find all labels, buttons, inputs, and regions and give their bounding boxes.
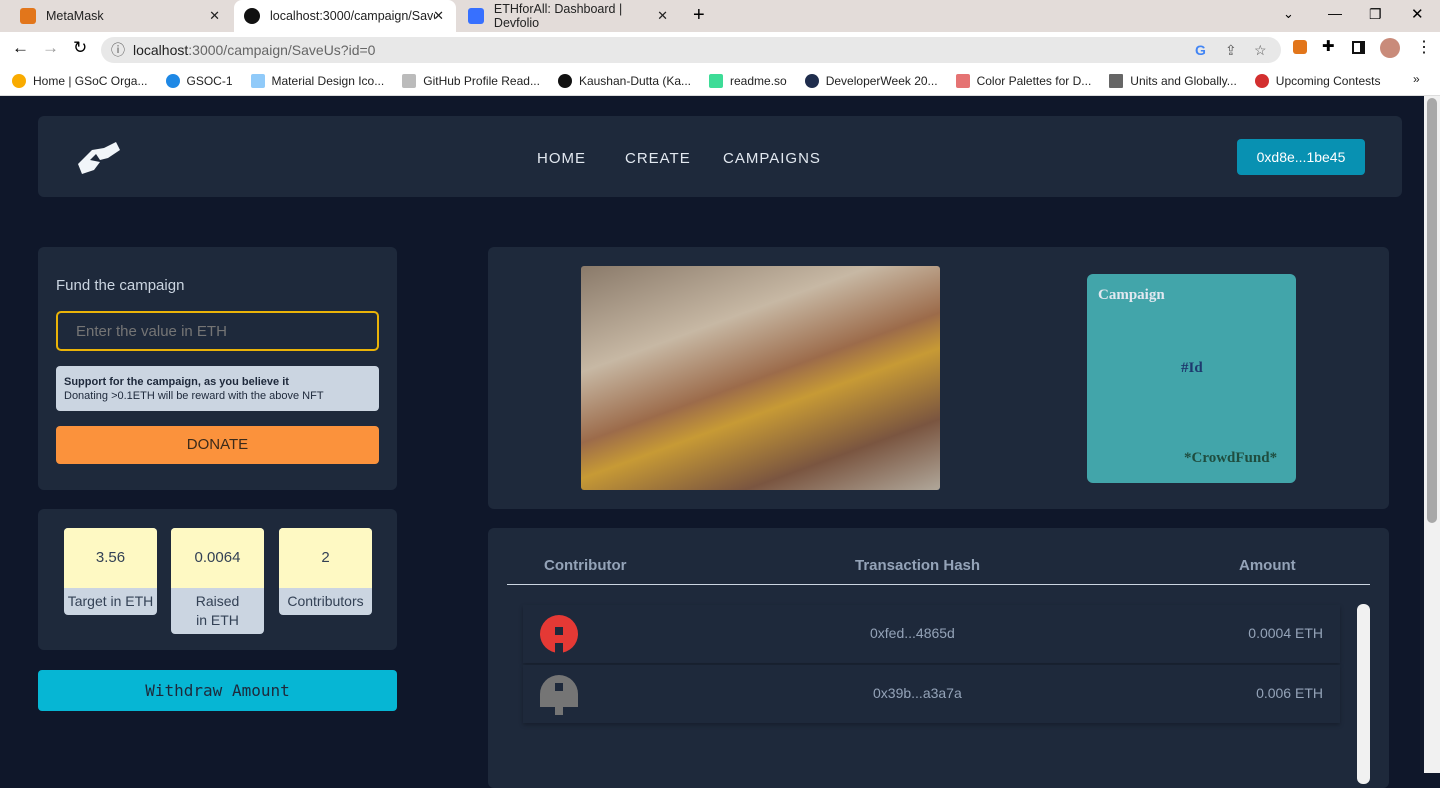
tab-search-chevron-icon[interactable]: ⌄: [1283, 6, 1294, 22]
donate-button[interactable]: DONATE: [56, 426, 379, 464]
bookmark[interactable]: Units and Globally...: [1109, 73, 1237, 88]
nft-card: Campaign #Id *CrowdFund*: [1087, 274, 1296, 483]
close-icon[interactable]: ✕: [657, 8, 668, 24]
page-scrollbar-thumb[interactable]: [1427, 98, 1437, 523]
stat-contributors: 2 Contributors: [279, 528, 372, 615]
stats-card: 3.56 Target in ETH 0.0064 Raised in ETH 2C…: [38, 509, 397, 650]
extensions-puzzle-icon[interactable]: ✚: [1322, 37, 1335, 55]
bookmark[interactable]: Upcoming Contests: [1254, 73, 1381, 88]
tab-title: localhost:3000/campaign/SaveUs: [270, 9, 435, 23]
note-text: Donating >0.1ETH will be reward with the…: [64, 390, 324, 402]
close-icon[interactable]: ✕: [433, 8, 444, 24]
restore-button[interactable]: ❐: [1369, 6, 1382, 23]
tab-title: MetaMask: [46, 9, 104, 23]
bookmark[interactable]: Home | GSoC Orga...: [12, 73, 148, 88]
nav-create[interactable]: CREATE: [625, 150, 691, 167]
tab-bar: MetaMask ✕ localhost:3000/campaign/SaveUs…: [0, 0, 1440, 32]
side-panel-icon[interactable]: [1352, 41, 1365, 54]
bookmark[interactable]: readme.so: [709, 73, 787, 88]
menu-kebab-icon[interactable]: ⋮: [1416, 37, 1432, 57]
forward-icon[interactable]: →: [42, 38, 59, 58]
new-tab-button[interactable]: +: [693, 4, 705, 27]
handshake-logo-icon[interactable]: [74, 138, 122, 178]
navbar: HOME CREATE CAMPAIGNS 0xd8e...1be45: [38, 116, 1402, 197]
minimize-button[interactable]: —: [1328, 5, 1342, 21]
note-title: Support for the campaign, as you believe…: [64, 376, 289, 388]
bookmark[interactable]: Kaushan-Dutta (Ka...: [557, 73, 691, 88]
table-row: 0x39b...a3a7a 0.006 ETH: [523, 665, 1340, 723]
tab-metamask[interactable]: MetaMask ✕: [10, 0, 232, 32]
campaign-image: [581, 266, 940, 490]
back-icon[interactable]: ←: [12, 38, 29, 58]
bookmark[interactable]: DeveloperWeek 20...: [804, 73, 938, 88]
tab-title: ETHforAll: Dashboard | Devfolio: [493, 2, 623, 30]
nft-id: #Id: [1181, 360, 1203, 376]
contributor-avatar: [540, 615, 578, 653]
metamask-fox-icon: [20, 8, 36, 24]
more-bookmarks[interactable]: »: [1413, 72, 1420, 86]
donation-note: Support for the campaign, as you believe…: [56, 366, 379, 411]
info-icon: ⓘ: [111, 42, 125, 58]
devfolio-icon: [468, 8, 484, 24]
fund-card: Fund the campaign Support for the campai…: [38, 247, 397, 490]
tab-devfolio[interactable]: ETHforAll: Dashboard | Devfolio ✕: [458, 0, 680, 32]
fund-title: Fund the campaign: [56, 277, 185, 294]
url-path: :3000/campaign/SaveUs?id=0: [188, 42, 376, 58]
close-window-button[interactable]: ✕: [1411, 5, 1424, 23]
nav-home[interactable]: HOME: [537, 150, 586, 167]
amount: 0.0004 ETH: [1248, 625, 1323, 641]
nav-campaigns[interactable]: CAMPAIGNS: [723, 150, 821, 167]
share-icon[interactable]: ⇪: [1225, 37, 1237, 63]
contributor-avatar: [540, 675, 578, 715]
withdraw-button[interactable]: Withdraw Amount: [38, 670, 397, 711]
bookmark[interactable]: Material Design Ico...: [250, 73, 384, 88]
tab-localhost[interactable]: localhost:3000/campaign/SaveUs✕: [234, 0, 456, 32]
header-divider: [507, 584, 1370, 585]
profile-avatar[interactable]: [1380, 38, 1400, 58]
bookmark[interactable]: Color Palettes for D...: [955, 73, 1091, 88]
eth-amount-input[interactable]: [56, 311, 379, 351]
amount: 0.006 ETH: [1256, 685, 1323, 701]
stat-raised: 0.0064 Raised in ETH: [171, 528, 264, 634]
table-row: 0xfed...4865d 0.0004 ETH: [523, 605, 1340, 663]
bookmark-star-icon[interactable]: ☆: [1254, 37, 1267, 63]
campaign-media-card: Campaign #Id *CrowdFund*: [488, 247, 1389, 509]
nft-title: Campaign: [1098, 287, 1165, 303]
header-transaction-hash: Transaction Hash: [855, 557, 981, 574]
stat-target: 3.56 Target in ETH: [64, 528, 157, 615]
page-scrollbar[interactable]: [1424, 96, 1440, 773]
header-amount: Amount: [1239, 557, 1296, 574]
url-host: localhost: [133, 42, 189, 58]
transaction-hash[interactable]: 0x39b...a3a7a: [873, 685, 962, 701]
header-contributor: Contributor: [544, 557, 627, 574]
app-triangle-icon: [244, 8, 260, 24]
transaction-hash[interactable]: 0xfed...4865d: [870, 625, 955, 641]
bookmarks-bar: Home | GSoC Orga... GSOC-1 Material Desi…: [0, 66, 1440, 96]
table-scrollbar[interactable]: [1357, 604, 1370, 784]
nft-footer: *CrowdFund*: [1184, 450, 1278, 466]
google-icon[interactable]: G: [1195, 37, 1206, 63]
github-icon: [557, 73, 572, 88]
wallet-address-button[interactable]: 0xd8e...1be45: [1237, 139, 1365, 175]
reload-icon[interactable]: ↻: [73, 38, 87, 58]
close-icon[interactable]: ✕: [209, 8, 220, 24]
bookmark[interactable]: GitHub Profile Read...: [402, 73, 540, 88]
bookmark[interactable]: GSOC-1: [165, 73, 233, 88]
metamask-extension-icon[interactable]: [1293, 40, 1307, 54]
address-bar[interactable]: ⓘ localhost:3000/campaign/SaveUs?id=0 G …: [101, 37, 1281, 63]
